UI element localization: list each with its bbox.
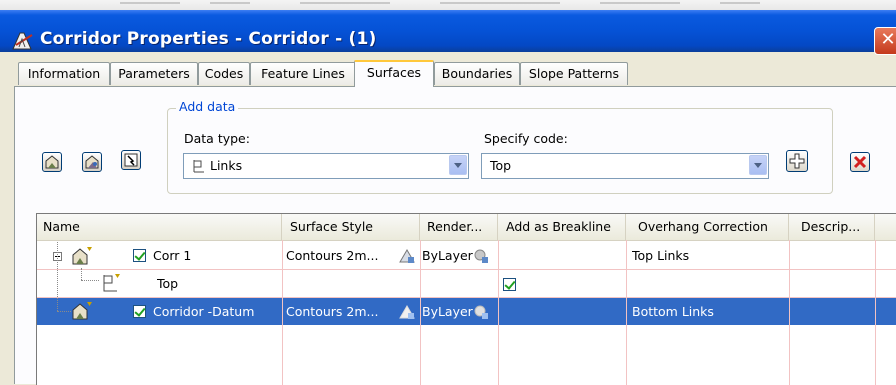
delete-icon bbox=[853, 155, 867, 169]
add-icon bbox=[789, 153, 805, 169]
links-icon bbox=[103, 274, 120, 292]
tab-slope-patterns[interactable]: Slope Patterns bbox=[520, 62, 628, 85]
surface-style-value: Contours 2m... bbox=[286, 304, 379, 319]
tab-parameters[interactable]: Parameters bbox=[110, 62, 198, 85]
surface-style-icon bbox=[124, 153, 138, 167]
specify-code-label: Specify code: bbox=[484, 131, 568, 146]
column-header-surface-style[interactable]: Surface Style bbox=[282, 214, 420, 240]
column-divider bbox=[498, 240, 499, 385]
surface-style-edit-icon[interactable] bbox=[399, 304, 415, 320]
app-icon bbox=[12, 32, 33, 50]
create-surface-button[interactable] bbox=[42, 152, 62, 172]
surface-style-edit-icon[interactable] bbox=[399, 248, 415, 264]
specify-code-value: Top bbox=[490, 158, 512, 173]
chevron-down-icon[interactable] bbox=[449, 155, 467, 175]
surface-name: Corr 1 bbox=[153, 248, 192, 263]
surface-style-button[interactable] bbox=[121, 150, 141, 170]
create-surface-from-data-icon bbox=[85, 155, 99, 169]
background-drawing-strip bbox=[0, 0, 896, 10]
column-header-description[interactable]: Descrip... bbox=[789, 214, 875, 240]
corridor-surface-icon bbox=[72, 247, 92, 265]
tab-codes[interactable]: Codes bbox=[198, 62, 250, 85]
surface-name: Corridor -Datum bbox=[153, 304, 255, 319]
tree-line bbox=[81, 280, 99, 281]
surface-style-value: Contours 2m... bbox=[286, 248, 379, 263]
overhang-correction-value: Top Links bbox=[632, 248, 690, 263]
tree-line bbox=[57, 311, 71, 312]
create-surface-icon bbox=[45, 155, 59, 169]
specify-code-dropdown[interactable]: Top bbox=[481, 153, 769, 179]
column-header-render[interactable]: Render... bbox=[420, 214, 498, 240]
render-material-value: ByLayer bbox=[422, 248, 473, 263]
add-as-breakline-checkbox[interactable] bbox=[503, 278, 516, 291]
tab-boundaries[interactable]: Boundaries bbox=[434, 62, 520, 85]
tab-feature-lines[interactable]: Feature Lines bbox=[250, 62, 356, 85]
column-header-add-as-breakline[interactable]: Add as Breakline bbox=[498, 214, 626, 240]
overhang-correction-value: Bottom Links bbox=[632, 304, 714, 319]
surface-visibility-checkbox[interactable] bbox=[133, 249, 146, 262]
add-data-group bbox=[167, 108, 833, 194]
column-divider bbox=[626, 240, 627, 385]
data-type-label: Data type: bbox=[184, 131, 250, 146]
table-row[interactable]: Corridor -Datum Contours 2m... ByLayer B… bbox=[37, 242, 896, 325]
column-divider bbox=[789, 240, 790, 385]
window-title: Corridor Properties - Corridor - (1) bbox=[40, 29, 377, 49]
tree-line bbox=[57, 242, 58, 311]
tab-information[interactable]: Information bbox=[18, 62, 110, 85]
delete-button[interactable] bbox=[850, 152, 870, 172]
column-divider bbox=[282, 240, 283, 385]
render-material-icon[interactable] bbox=[473, 248, 489, 264]
surfaces-grid[interactable]: Name Surface Style Render... Add as Brea… bbox=[36, 213, 896, 385]
tab-surfaces[interactable]: Surfaces bbox=[354, 60, 434, 87]
column-header-overhang-correction[interactable]: Overhang Correction bbox=[626, 214, 789, 240]
surface-visibility-checkbox[interactable] bbox=[133, 305, 146, 318]
add-surface-item-button[interactable] bbox=[786, 150, 808, 172]
column-header-name[interactable]: Name bbox=[37, 214, 282, 240]
chevron-down-icon[interactable] bbox=[749, 155, 767, 175]
close-button[interactable]: ✕ bbox=[874, 27, 896, 55]
links-icon bbox=[193, 160, 204, 173]
tree-line bbox=[81, 268, 82, 280]
data-type-value: Links bbox=[210, 158, 243, 173]
create-surface-from-data-button[interactable] bbox=[82, 152, 102, 172]
table-row[interactable]: Corr 1 Contours 2m... ByLayer Top Links bbox=[37, 242, 896, 269]
add-data-legend: Add data bbox=[176, 99, 239, 114]
data-type-dropdown[interactable]: Links bbox=[183, 153, 469, 179]
grid-header: Name Surface Style Render... Add as Brea… bbox=[37, 214, 896, 241]
render-material-value: ByLayer bbox=[422, 304, 473, 319]
render-material-icon[interactable] bbox=[473, 304, 489, 320]
table-row[interactable]: Top bbox=[37, 268, 896, 297]
surface-item-name: Top bbox=[157, 276, 179, 291]
corridor-surface-icon bbox=[72, 302, 92, 320]
close-icon: ✕ bbox=[880, 29, 896, 50]
column-divider bbox=[420, 240, 421, 385]
column-divider bbox=[875, 240, 876, 385]
title-bar[interactable]: Corridor Properties - Corridor - (1) ✕ bbox=[0, 10, 896, 55]
